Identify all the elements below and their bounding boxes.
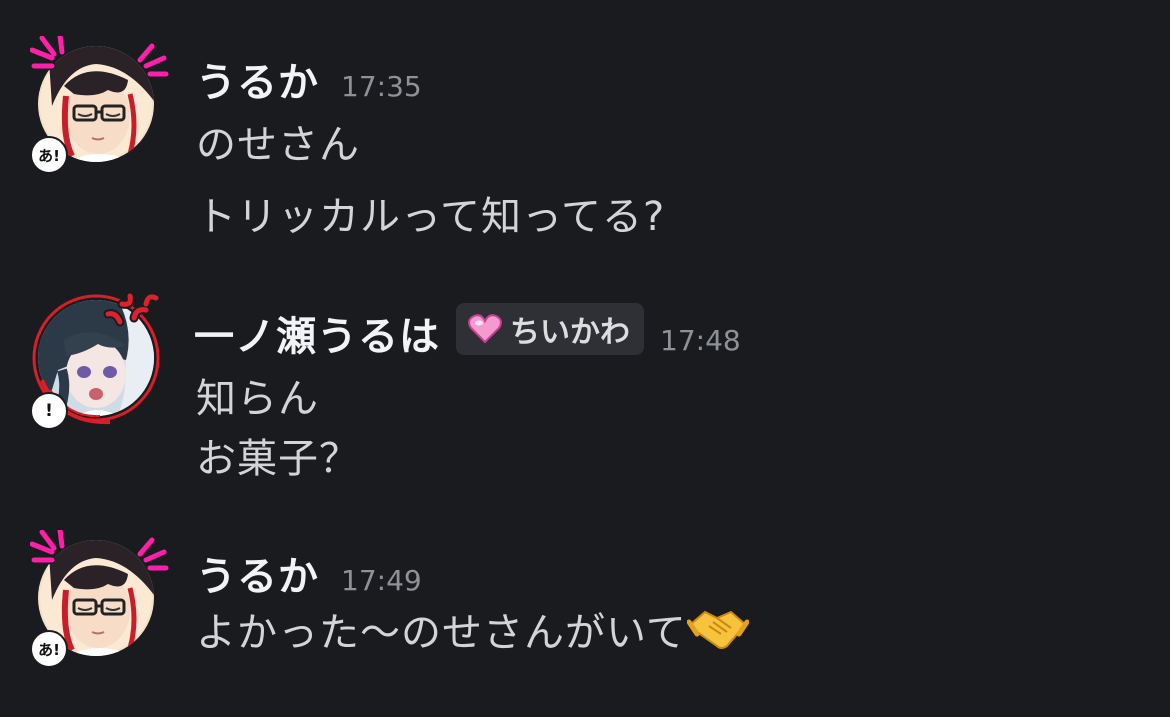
- role-tag[interactable]: ちいかわ: [456, 303, 644, 355]
- username[interactable]: うるか: [196, 544, 319, 602]
- timestamp[interactable]: 17:49: [341, 564, 422, 597]
- role-tag-label: ちいかわ: [510, 315, 630, 350]
- message-text-content: よかった〜のせさんがいて: [196, 610, 687, 656]
- message-text[interactable]: トリッカルって知ってる?: [196, 184, 665, 242]
- username[interactable]: 一ノ瀬うるは: [194, 304, 440, 362]
- message-text[interactable]: お菓子？: [196, 426, 360, 484]
- avatar-decoration[interactable]: あ!: [30, 36, 170, 176]
- chat-log: あ! うるか 17:35 のせさん トリッカルって知ってる? ! 一ノ瀬うるは …: [0, 0, 1170, 717]
- pink-heart-icon: [468, 314, 502, 344]
- handshake-emoji: [686, 610, 749, 649]
- timestamp[interactable]: 17:35: [341, 70, 422, 103]
- avatar-decoration[interactable]: あ!: [30, 530, 170, 670]
- message-header: 一ノ瀬うるは ちいかわ 17:48: [194, 303, 741, 362]
- message-header: うるか 17:49: [196, 544, 422, 602]
- message-text[interactable]: よかった〜のせさんがいて: [196, 600, 749, 658]
- avatar-decoration[interactable]: !: [30, 290, 170, 430]
- message-text[interactable]: のせさん: [196, 112, 360, 170]
- status-badge: !: [30, 392, 68, 430]
- status-badge: あ!: [30, 136, 68, 174]
- username[interactable]: うるか: [196, 50, 319, 108]
- status-badge: あ!: [30, 630, 68, 668]
- timestamp[interactable]: 17:48: [660, 324, 741, 357]
- message-header: うるか 17:35: [196, 50, 422, 108]
- message-text[interactable]: 知らん: [196, 366, 319, 424]
